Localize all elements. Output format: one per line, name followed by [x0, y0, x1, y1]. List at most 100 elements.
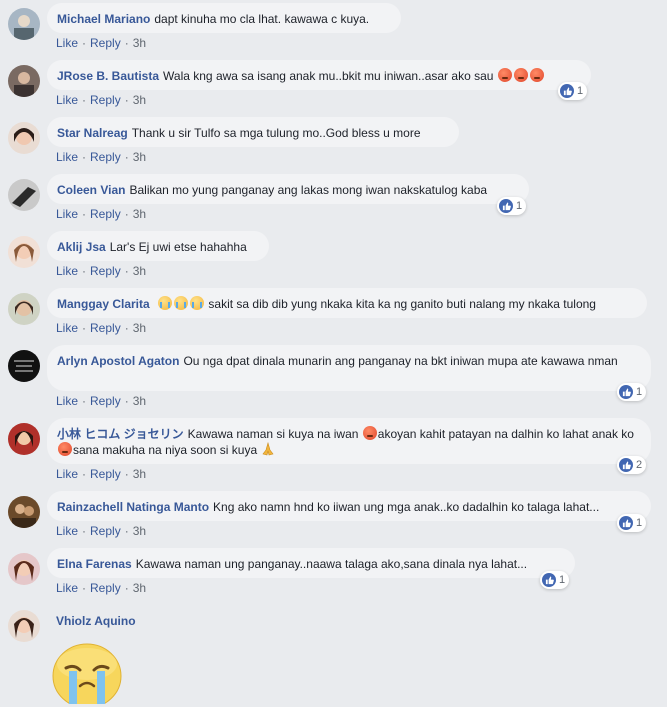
comment-actions: Like · Reply · 3h — [56, 321, 147, 335]
commenter-name[interactable]: Elna Farenas — [57, 557, 132, 571]
timestamp[interactable]: 3h — [133, 93, 146, 107]
reaction-count[interactable]: 1 — [617, 383, 647, 401]
big-crying-sticker[interactable] — [52, 640, 122, 707]
angry-emoji — [497, 68, 512, 82]
like-button[interactable]: Like — [56, 467, 78, 481]
like-button[interactable]: Like — [56, 581, 78, 595]
timestamp[interactable]: 3h — [133, 321, 146, 335]
comment-text: Kng ako namn hnd ko iiwan ung mga anak..… — [213, 500, 600, 514]
like-button[interactable]: Like — [56, 93, 78, 107]
reply-button[interactable]: Reply — [90, 36, 121, 50]
reaction-count[interactable]: 1 — [558, 82, 588, 100]
comment-bubble: Star Nalreag Thank u sir Tulfo sa mga tul… — [47, 117, 459, 147]
reply-button[interactable]: Reply — [90, 264, 121, 278]
commenter-name[interactable]: Coleen Vian — [57, 183, 125, 197]
commenter-name[interactable]: Star Nalreag — [57, 126, 128, 140]
commenter-name[interactable]: JRose B. Bautista — [57, 69, 159, 83]
angry-emoji — [58, 442, 72, 456]
timestamp[interactable]: 3h — [133, 467, 146, 481]
comment-actions: Like · Reply · 3h — [56, 394, 147, 408]
comment-text: sakit sa dib dib yung nkaka kita ka ng g… — [208, 297, 596, 311]
commenter-name[interactable]: Manggay Clarita — [57, 297, 150, 311]
comment-bubble: Manggay Clarita sakit sa dib dib yung nk… — [47, 288, 647, 318]
comment-text: Balikan mo yung panganay ang lakas mong … — [129, 183, 488, 197]
comment-text: akoyan kahit patayan na dalhin ko lahat … — [377, 427, 634, 441]
reply-button[interactable]: Reply — [90, 150, 121, 164]
avatar[interactable] — [8, 122, 40, 154]
comment-actions: Like · Reply · 3h — [56, 36, 147, 50]
avatar[interactable] — [8, 423, 40, 455]
praying-hands-emoji — [261, 441, 275, 456]
avatar[interactable] — [8, 179, 40, 211]
reply-button[interactable]: Reply — [90, 321, 121, 335]
timestamp[interactable]: 3h — [133, 394, 146, 408]
like-icon — [499, 199, 513, 213]
avatar[interactable] — [8, 293, 40, 325]
comment-actions: Like · Reply · 3h — [56, 207, 147, 221]
reaction-count[interactable]: 1 — [617, 514, 647, 532]
reply-button[interactable]: Reply — [90, 394, 121, 408]
commenter-name[interactable]: Michael Mariano — [57, 12, 150, 26]
timestamp[interactable]: 3h — [133, 581, 146, 595]
angry-emoji — [513, 68, 528, 82]
reply-button[interactable]: Reply — [90, 467, 121, 481]
comment-bubble: Elna Farenas Kawawa naman ung panganay..n… — [47, 548, 575, 578]
avatar[interactable] — [8, 8, 40, 40]
comment-text: Ou nga dpat dinala munarin ang panganay … — [183, 354, 618, 368]
avatar[interactable] — [8, 610, 40, 642]
comment-actions: Like · Reply · 3h — [56, 467, 147, 481]
angry-emoji — [529, 68, 544, 82]
reaction-count[interactable]: 1 — [497, 197, 527, 215]
like-button[interactable]: Like — [56, 321, 78, 335]
comment-text: Wala kng awa sa isang anak mu..bkit mu i… — [163, 69, 494, 83]
angry-emoji — [362, 426, 377, 440]
comment-bubble: Michael Mariano dapt kinuha mo cla lhat. … — [47, 3, 401, 33]
like-button[interactable]: Like — [56, 394, 78, 408]
like-icon — [619, 516, 633, 530]
timestamp[interactable]: 3h — [133, 150, 146, 164]
comment-text: sana makuha na niya soon si kuya — [73, 443, 258, 457]
like-button[interactable]: Like — [56, 36, 78, 50]
comment-bubble: Arlyn Apostol Agaton Ou nga dpat dinala m… — [47, 345, 651, 391]
comment-actions: Like · Reply · 3h — [56, 581, 147, 595]
comment-bubble: Coleen Vian Balikan mo yung panganay ang … — [47, 174, 529, 204]
like-button[interactable]: Like — [56, 207, 78, 221]
comment-actions: Like · Reply · 3h — [56, 524, 147, 538]
comment-text: Lar's Ej uwi etse hahahha — [109, 240, 247, 254]
timestamp[interactable]: 3h — [133, 36, 146, 50]
avatar[interactable] — [8, 553, 40, 585]
reply-button[interactable]: Reply — [90, 93, 121, 107]
avatar[interactable] — [8, 236, 40, 268]
crying-emoji — [158, 296, 173, 310]
timestamp[interactable]: 3h — [133, 524, 146, 538]
comment-header: Vhiolz Aquino — [56, 613, 140, 629]
avatar[interactable] — [8, 350, 40, 382]
commenter-name[interactable]: Arlyn Apostol Agaton — [57, 354, 179, 368]
like-icon — [619, 385, 633, 399]
comment-text: dapt kinuha mo cla lhat. kawawa c kuya. — [154, 12, 370, 26]
reaction-count[interactable]: 1 — [540, 571, 570, 589]
avatar[interactable] — [8, 65, 40, 97]
commenter-name[interactable]: Aklij Jsa — [57, 240, 106, 254]
comment-bubble: Rainzachell Natinga Manto Kng ako namn hn… — [47, 491, 651, 521]
crying-emoji — [174, 296, 189, 310]
timestamp[interactable]: 3h — [133, 264, 146, 278]
timestamp[interactable]: 3h — [133, 207, 146, 221]
like-button[interactable]: Like — [56, 150, 78, 164]
commenter-name[interactable]: Rainzachell Natinga Manto — [57, 500, 209, 514]
comment-bubble: 小林 ヒコム ジョセリン Kawawa naman si kuya na iwan… — [47, 418, 651, 464]
like-icon — [542, 573, 556, 587]
like-button[interactable]: Like — [56, 524, 78, 538]
avatar[interactable] — [8, 496, 40, 528]
commenter-name[interactable]: 小林 ヒコム ジョセリン — [57, 427, 184, 441]
reply-button[interactable]: Reply — [90, 524, 121, 538]
reply-button[interactable]: Reply — [90, 207, 121, 221]
comment-bubble: JRose B. Bautista Wala kng awa sa isang a… — [47, 60, 591, 90]
like-button[interactable]: Like — [56, 264, 78, 278]
reaction-count[interactable]: 2 — [617, 456, 647, 474]
comment-actions: Like · Reply · 3h — [56, 93, 147, 107]
reply-button[interactable]: Reply — [90, 581, 121, 595]
comment-actions: Like · Reply · 3h — [56, 264, 147, 278]
comment-text: Thank u sir Tulfo sa mga tulung mo..God … — [131, 126, 421, 140]
commenter-name[interactable]: Vhiolz Aquino — [56, 614, 136, 628]
